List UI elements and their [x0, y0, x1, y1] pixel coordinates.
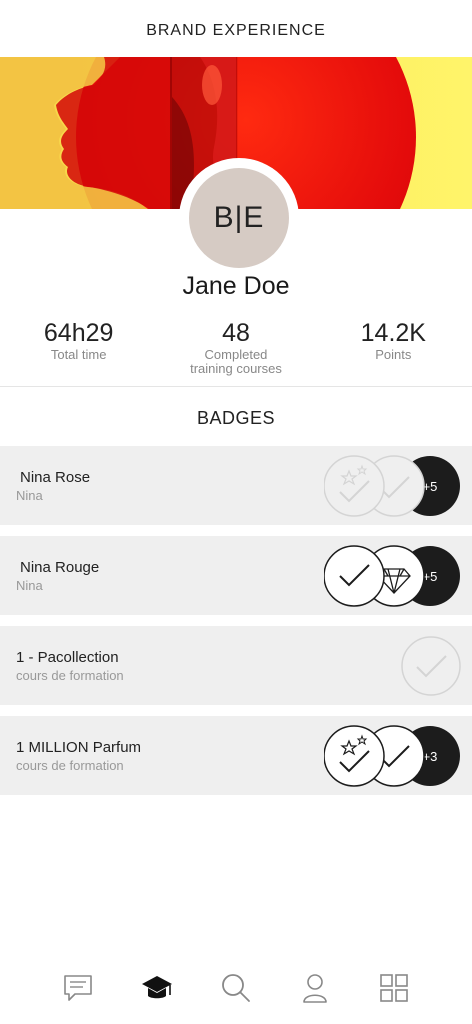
- user-icon: [303, 974, 327, 1003]
- badge-row[interactable]: 1 - Pacollection cours de formation: [0, 626, 472, 705]
- more-count: +3: [423, 749, 438, 764]
- badge-subtitle: cours de formation: [16, 668, 124, 683]
- badge-icons: +5: [324, 455, 460, 517]
- badge-list: Nina Rose Nina +5 Nina Rouge Nina +5 1 -…: [0, 446, 472, 806]
- badge-name: Nina Rose: [20, 469, 91, 486]
- nav-search[interactable]: [218, 970, 254, 1006]
- more-count: +5: [423, 479, 438, 494]
- badge-icons: +3: [324, 725, 460, 787]
- badge-name: 1 - Pacollection: [16, 649, 119, 666]
- stat-label: Total time: [50, 347, 107, 362]
- stat-total-time: 64h29 Total time: [0, 318, 157, 376]
- nav-profile[interactable]: [297, 970, 333, 1006]
- badge-name: Nina Rouge: [20, 559, 100, 576]
- app-header: BRAND EXPERIENCE: [0, 0, 472, 57]
- badge-row[interactable]: 1 MILLION Parfum cours de formation +3: [0, 716, 472, 795]
- more-count: +5: [423, 569, 438, 584]
- badges-heading: BADGES: [196, 408, 276, 428]
- stat-value: 48: [222, 319, 250, 347]
- graduation-cap-icon: [141, 976, 172, 999]
- badge-subtitle: Nina: [16, 578, 43, 593]
- stat-label: Points: [375, 347, 412, 362]
- nav-menu[interactable]: [376, 970, 412, 1006]
- avatar[interactable]: B|E: [189, 168, 289, 268]
- stars-check-badge-icon: [324, 725, 385, 787]
- avatar-frame: B|E: [179, 158, 299, 278]
- nav-chat[interactable]: [60, 970, 96, 1006]
- stars-check-badge-icon: [324, 455, 385, 517]
- user-name: Jane Doe: [182, 272, 290, 300]
- badge-icons: +5: [324, 545, 460, 607]
- stat-value: 14.2K: [360, 319, 426, 347]
- nav-training[interactable]: [139, 970, 175, 1006]
- stat-completed-courses: 48 Completed training courses: [157, 318, 314, 376]
- stats-row: 64h29 Total time 48 Completed training c…: [0, 318, 472, 376]
- grid-icon: [380, 974, 409, 1002]
- search-icon: [222, 974, 250, 1002]
- stat-label: Completed training courses: [190, 347, 282, 376]
- badge-name: 1 MILLION Parfum: [16, 739, 142, 756]
- avatar-initials: B|E: [213, 201, 265, 234]
- badge-icons: [401, 636, 461, 696]
- badge-row[interactable]: Nina Rose Nina +5: [0, 446, 472, 525]
- stat-value: 64h29: [43, 319, 114, 347]
- badge-subtitle: cours de formation: [16, 758, 124, 773]
- section-divider: [0, 386, 472, 387]
- page-title: BRAND EXPERIENCE: [146, 21, 326, 39]
- check-badge-icon: [401, 636, 461, 696]
- stat-points: 14.2K Points: [315, 318, 472, 376]
- badge-row[interactable]: Nina Rouge Nina +5: [0, 536, 472, 615]
- bottom-nav: [0, 960, 472, 1016]
- check-badge-icon: [324, 545, 385, 607]
- badge-subtitle: Nina: [16, 488, 43, 503]
- chat-icon: [63, 975, 92, 1001]
